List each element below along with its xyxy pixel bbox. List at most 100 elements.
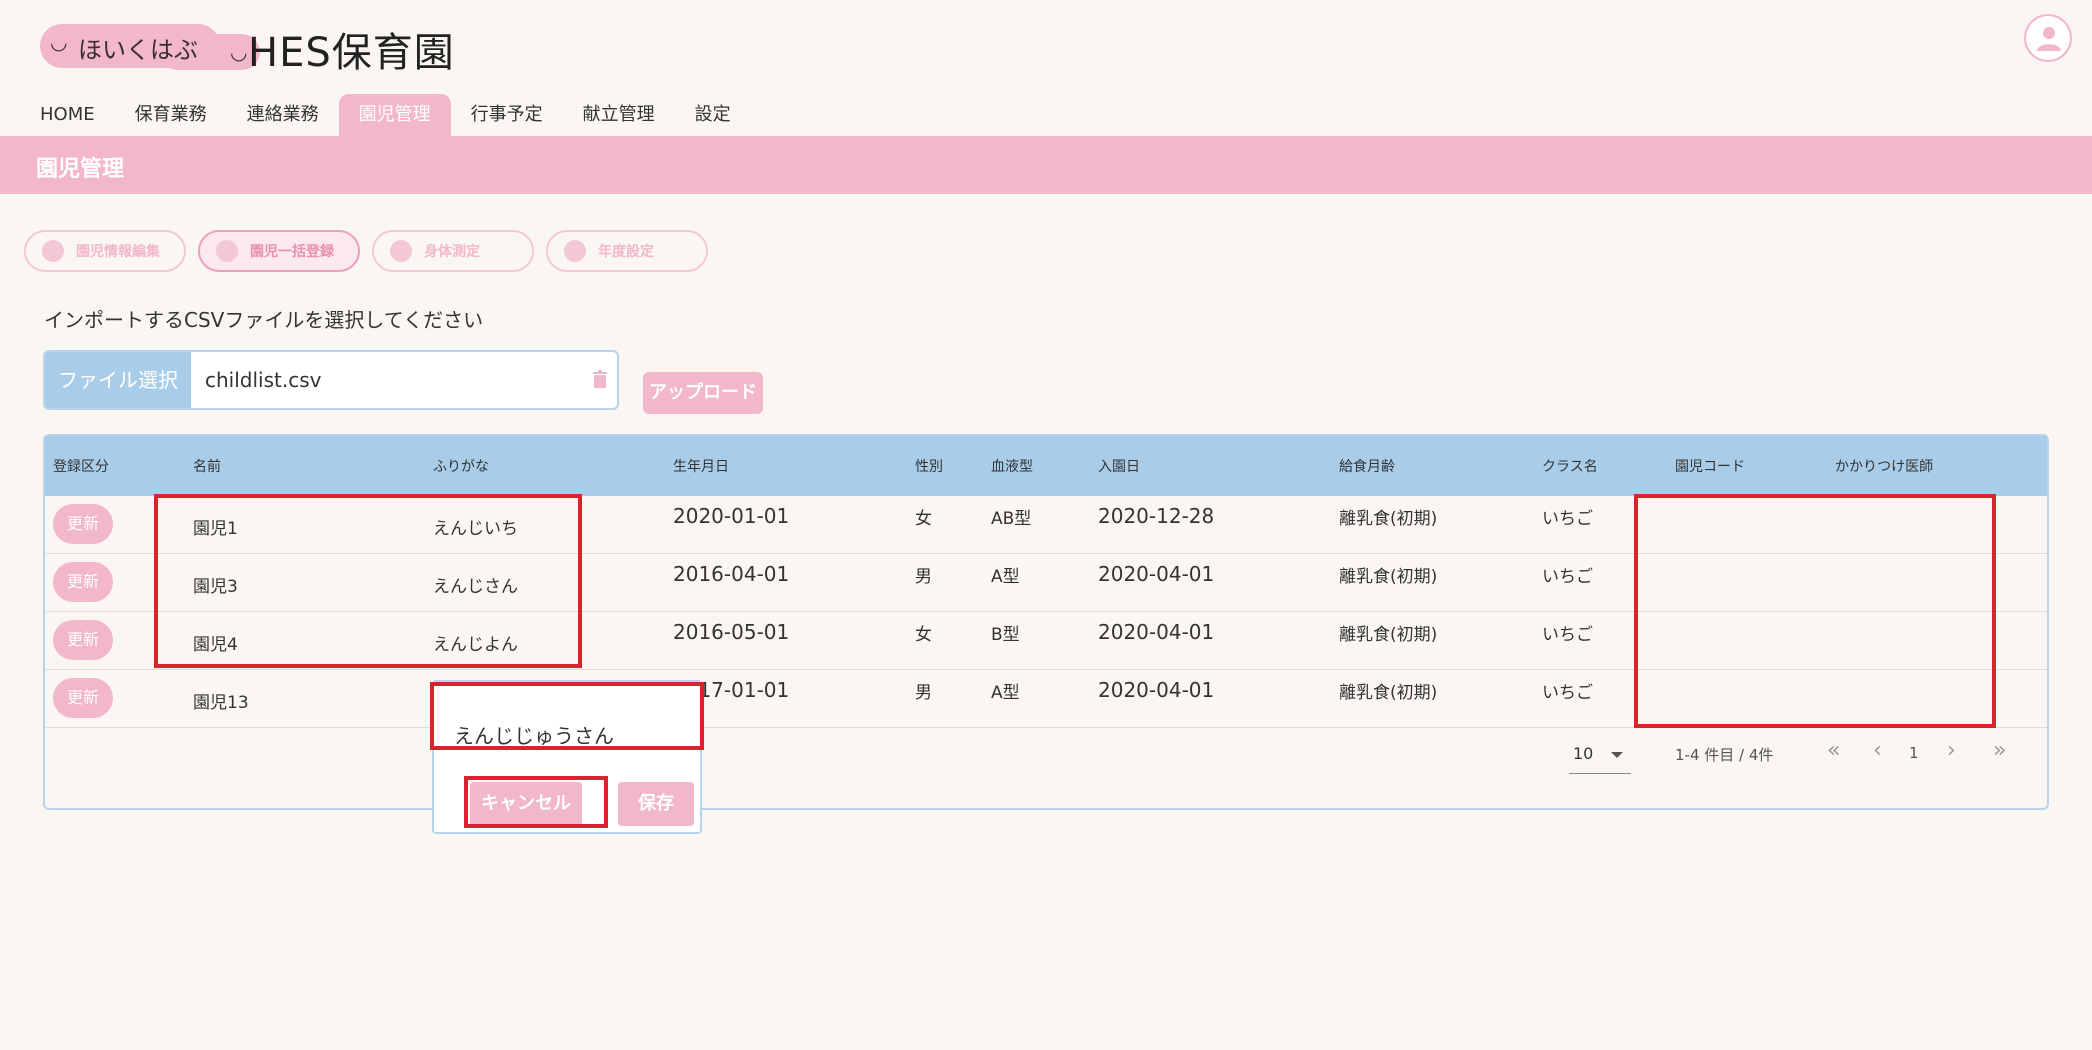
cell-name[interactable]: 園児4 — [193, 630, 238, 655]
prev-page-icon[interactable]: ‹ — [1873, 738, 1882, 763]
col-header: ふりがな — [433, 459, 489, 475]
cell-name[interactable]: 園児3 — [193, 572, 238, 597]
file-select-button[interactable]: ファイル選択 — [45, 352, 191, 408]
cell-sex[interactable]: 男 — [915, 678, 932, 703]
cell-sex[interactable]: 女 — [915, 504, 932, 529]
user-icon — [2037, 27, 2061, 51]
nav-settings[interactable]: 設定 — [675, 94, 751, 136]
update-button[interactable]: 更新 — [53, 504, 113, 544]
file-selector: ファイル選択 childlist.csv — [43, 350, 619, 410]
cell-sex[interactable]: 女 — [915, 620, 932, 645]
cell-class[interactable]: いちご — [1542, 504, 1593, 529]
instruction-text: インポートするCSVファイルを選択してください — [44, 308, 484, 332]
tab-bulk-registration[interactable]: 園児一括登録 — [198, 230, 360, 272]
cell-enroll-date[interactable]: 2020-12-28 — [1098, 504, 1214, 528]
sub-tabs: 園児情報編集 園児一括登録 身体測定 年度設定 — [24, 230, 708, 272]
tab-child-info-edit[interactable]: 園児情報編集 — [24, 230, 186, 272]
cell-meal-stage[interactable]: 離乳食(初期) — [1339, 678, 1437, 703]
cell-birthdate[interactable]: 2016-05-01 — [673, 620, 789, 644]
next-page-icon[interactable]: › — [1947, 738, 1956, 763]
logo-text: ほいくはぶ — [78, 36, 198, 64]
cell-class[interactable]: いちご — [1542, 620, 1593, 645]
rows-per-page-select[interactable]: 10 — [1569, 736, 1631, 774]
cell-meal-stage[interactable]: 離乳食(初期) — [1339, 620, 1437, 645]
cell-blood-type[interactable]: AB型 — [991, 504, 1031, 529]
rows-per-page-value: 10 — [1573, 744, 1594, 763]
logo[interactable]: ◡ ほいくはぶ ◡ — [40, 24, 260, 70]
col-header: 生年月日 — [673, 459, 729, 475]
nav-home[interactable]: HOME — [20, 94, 115, 136]
tab-label: 園児情報編集 — [76, 244, 160, 260]
cell-name[interactable]: 園児13 — [193, 688, 249, 713]
group-icon — [216, 240, 238, 262]
inline-edit-popup: えんじじゅうさん キャンセル 保存 — [432, 680, 702, 834]
col-header: かかりつけ医師 — [1835, 459, 1934, 475]
col-header: 給食月齢 — [1339, 459, 1395, 475]
app-header: ◡ ほいくはぶ ◡ HES保育園 — [0, 0, 2092, 92]
cell-kana[interactable]: えんじよん — [433, 630, 518, 655]
page-title: 園児管理 — [36, 157, 125, 182]
nav-events[interactable]: 行事予定 — [451, 94, 563, 136]
selected-file-name: childlist.csv — [205, 368, 322, 392]
col-header: クラス名 — [1542, 459, 1598, 475]
cell-birthdate[interactable]: 2020-01-01 — [673, 504, 789, 528]
first-page-icon[interactable]: « — [1827, 738, 1840, 763]
user-menu-button[interactable] — [2024, 14, 2072, 62]
cell-meal-stage[interactable]: 離乳食(初期) — [1339, 562, 1437, 587]
cell-blood-type[interactable]: A型 — [991, 562, 1020, 587]
cell-meal-stage[interactable]: 離乳食(初期) — [1339, 504, 1437, 529]
tab-fiscal-year-settings[interactable]: 年度設定 — [546, 230, 708, 272]
table-row: 更新 園児3 えんじさん 2016-04-01 男 A型 2020-04-01 … — [45, 554, 2047, 612]
child-face-icon — [42, 240, 64, 262]
current-page: 1 — [1909, 744, 1919, 762]
update-button[interactable]: 更新 — [53, 678, 113, 718]
col-header: 名前 — [193, 459, 221, 475]
cell-kana[interactable]: えんじさん — [433, 572, 518, 597]
nav-communication[interactable]: 連絡業務 — [227, 94, 339, 136]
cell-class[interactable]: いちご — [1542, 562, 1593, 587]
table-row: 更新 園児13 2017-01-01 男 A型 2020-04-01 離乳食(初… — [45, 670, 2047, 728]
cell-birthdate[interactable]: 2016-04-01 — [673, 562, 789, 586]
smile-icon: ◡ — [230, 40, 248, 64]
trash-icon[interactable] — [593, 370, 607, 388]
cell-enroll-date[interactable]: 2020-04-01 — [1098, 620, 1214, 644]
save-button[interactable]: 保存 — [618, 782, 694, 826]
col-header: 園児コード — [1675, 459, 1745, 475]
main-nav: HOME 保育業務 連絡業務 園児管理 行事予定 献立管理 設定 — [20, 94, 751, 136]
update-button[interactable]: 更新 — [53, 620, 113, 660]
upload-button[interactable]: アップロード — [643, 372, 763, 414]
cell-enroll-date[interactable]: 2020-04-01 — [1098, 678, 1214, 702]
last-page-icon[interactable]: » — [1993, 738, 2006, 763]
cell-blood-type[interactable]: A型 — [991, 678, 1020, 703]
app-title: HES保育園 — [248, 30, 455, 76]
col-header: 性別 — [915, 459, 943, 475]
chevron-down-icon — [1611, 752, 1623, 758]
nav-menu-management[interactable]: 献立管理 — [563, 94, 675, 136]
import-table: 登録区分 名前 ふりがな 生年月日 性別 血液型 入園日 給食月齢 クラス名 園… — [43, 434, 2049, 810]
tab-body-measurement[interactable]: 身体測定 — [372, 230, 534, 272]
scale-icon — [390, 240, 412, 262]
cell-name[interactable]: 園児1 — [193, 514, 238, 539]
tab-label: 身体測定 — [424, 244, 480, 260]
table-header: 登録区分 名前 ふりがな 生年月日 性別 血液型 入園日 給食月齢 クラス名 園… — [45, 436, 2047, 496]
nav-childcare[interactable]: 保育業務 — [115, 94, 227, 136]
smile-icon: ◡ — [50, 30, 68, 54]
col-header: 血液型 — [991, 459, 1033, 475]
col-header: 登録区分 — [53, 459, 109, 475]
update-button[interactable]: 更新 — [53, 562, 113, 602]
cancel-button[interactable]: キャンセル — [470, 782, 582, 826]
cell-kana[interactable]: えんじいち — [433, 514, 518, 539]
col-header: 入園日 — [1098, 459, 1140, 475]
cell-blood-type[interactable]: B型 — [991, 620, 1020, 645]
table-row: 更新 園児4 えんじよん 2016-05-01 女 B型 2020-04-01 … — [45, 612, 2047, 670]
page-title-bar: 園児管理 — [0, 136, 2092, 194]
kana-edit-input[interactable]: えんじじゅうさん — [454, 708, 676, 750]
cell-enroll-date[interactable]: 2020-04-01 — [1098, 562, 1214, 586]
cell-class[interactable]: いちご — [1542, 678, 1593, 703]
cell-sex[interactable]: 男 — [915, 562, 932, 587]
star-icon — [564, 240, 586, 262]
page-range-text: 1-4 件目 / 4件 — [1675, 746, 1774, 764]
nav-child-management[interactable]: 園児管理 — [338, 94, 451, 136]
tab-label: 年度設定 — [598, 244, 654, 260]
table-row: 更新 園児1 えんじいち 2020-01-01 女 AB型 2020-12-28… — [45, 496, 2047, 554]
